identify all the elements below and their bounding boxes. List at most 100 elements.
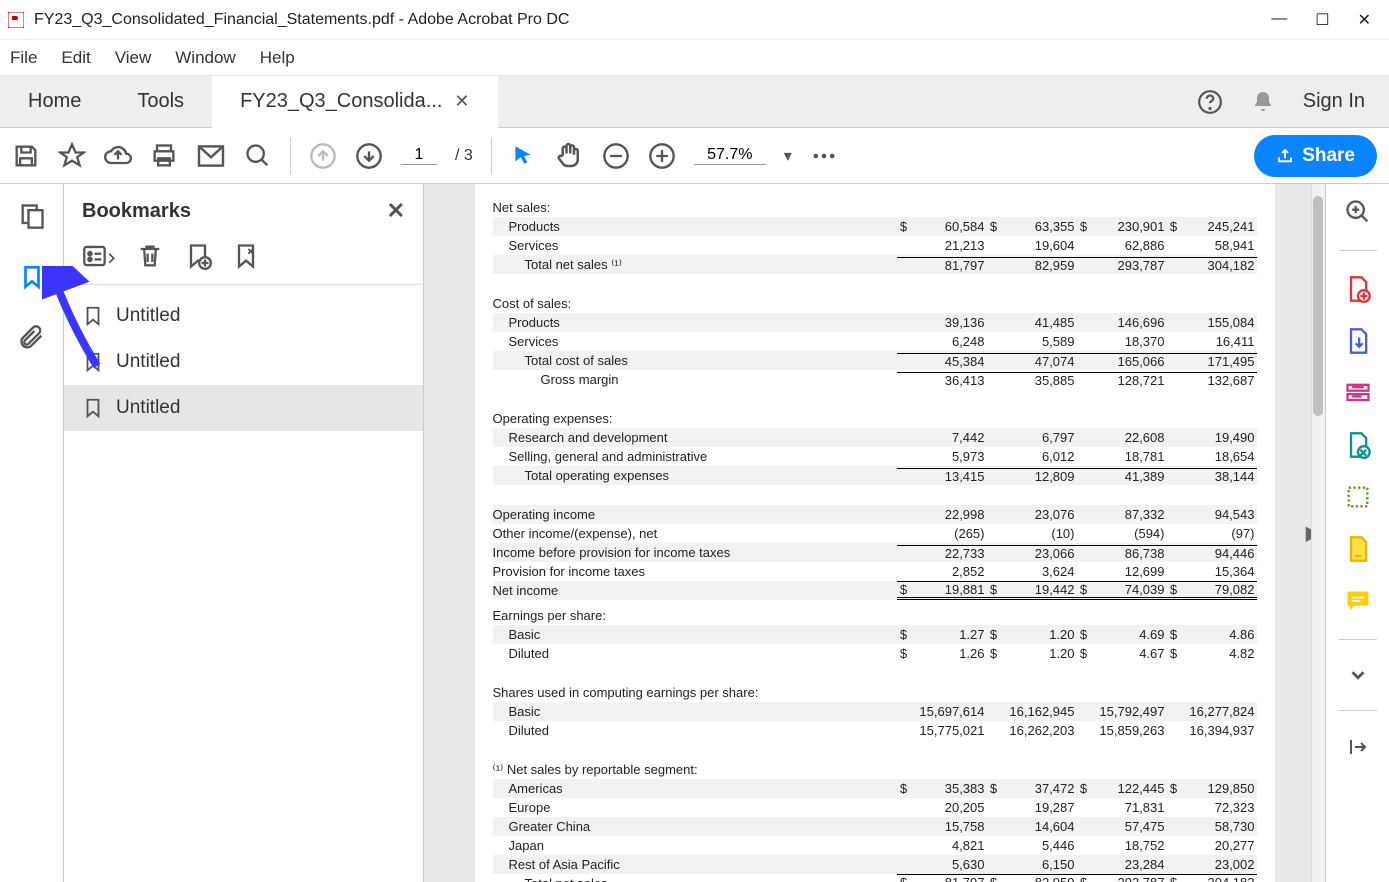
table-row: Other income/(expense), net(265)(10)(594… bbox=[493, 524, 1257, 543]
scrollbar[interactable] bbox=[1311, 184, 1325, 882]
page-up-icon[interactable] bbox=[309, 142, 337, 170]
table-row: Services6,2485,58918,37016,411 bbox=[493, 332, 1257, 351]
bell-icon[interactable] bbox=[1251, 90, 1275, 114]
mail-icon[interactable] bbox=[196, 144, 226, 168]
bookmarks-icon[interactable] bbox=[19, 262, 45, 292]
table-row: Rest of Asia Pacific5,6306,15023,28423,0… bbox=[493, 855, 1257, 874]
table-row: Total net sales ⁽¹⁾81,79782,959293,78730… bbox=[493, 255, 1257, 274]
menu-edit[interactable]: Edit bbox=[61, 48, 90, 68]
section-heading: Cost of sales: bbox=[493, 294, 1257, 313]
menu-file[interactable]: File bbox=[10, 48, 37, 68]
zoom-input[interactable] bbox=[694, 146, 766, 165]
tab-home[interactable]: Home bbox=[0, 76, 109, 128]
table-row: Income before provision for income taxes… bbox=[493, 543, 1257, 562]
bookmark-icon bbox=[82, 349, 104, 375]
table-row: Selling, general and administrative5,973… bbox=[493, 447, 1257, 466]
menu-view[interactable]: View bbox=[115, 48, 152, 68]
page-down-icon[interactable] bbox=[355, 142, 383, 170]
share-icon bbox=[1276, 147, 1294, 165]
bookmarks-title: Bookmarks bbox=[82, 200, 191, 223]
table-row: Europe20,20519,28771,83172,323 bbox=[493, 798, 1257, 817]
bookmark-item[interactable]: Untitled bbox=[64, 293, 423, 339]
tools-rail bbox=[1325, 184, 1389, 882]
attachments-icon[interactable] bbox=[18, 324, 46, 352]
menu-bar: File Edit View Window Help bbox=[0, 40, 1389, 76]
organize-icon[interactable] bbox=[1344, 483, 1372, 511]
share-button[interactable]: Share bbox=[1254, 135, 1377, 177]
document-wrap: ◀ Net sales:Products$60,584$63,355$230,9… bbox=[424, 184, 1325, 882]
sign-icon[interactable] bbox=[1344, 431, 1372, 459]
bookmark-icon bbox=[82, 303, 104, 329]
zoom-out-icon[interactable] bbox=[602, 142, 630, 170]
toolbar: / 3 ▾ Share bbox=[0, 128, 1389, 184]
edit-pdf-icon[interactable] bbox=[1344, 379, 1372, 407]
document-area[interactable]: Net sales:Products$60,584$63,355$230,901… bbox=[424, 184, 1325, 882]
share-label: Share bbox=[1302, 145, 1355, 167]
table-row: Products39,13641,485146,696155,084 bbox=[493, 313, 1257, 332]
create-pdf-icon[interactable] bbox=[1344, 275, 1372, 303]
print-icon[interactable] bbox=[150, 142, 178, 170]
zoom-in-icon[interactable] bbox=[648, 142, 676, 170]
table-row: Diluted$1.26$1.20$4.67$4.82 bbox=[493, 644, 1257, 663]
delete-bookmark-icon[interactable] bbox=[136, 242, 164, 270]
thumbnails-icon[interactable] bbox=[18, 202, 46, 230]
nav-rail bbox=[0, 184, 64, 882]
bookmark-label: Untitled bbox=[116, 397, 180, 419]
tab-bar: Home Tools FY23_Q3_Consolida... ✕ Sign I… bbox=[0, 76, 1389, 128]
add-bookmark-icon[interactable] bbox=[184, 242, 212, 270]
export-pdf-icon[interactable] bbox=[1344, 327, 1372, 355]
save-icon[interactable] bbox=[12, 142, 40, 170]
bookmark-list: Untitled Untitled Untitled bbox=[64, 285, 423, 439]
bookmark-item[interactable]: Untitled bbox=[64, 385, 423, 431]
page-number-input[interactable] bbox=[401, 146, 437, 165]
collapse-rail-icon[interactable] bbox=[1346, 735, 1370, 759]
window-title: FY23_Q3_Consolidated_Financial_Statement… bbox=[34, 11, 1271, 29]
search-tool-icon[interactable] bbox=[1344, 198, 1372, 226]
search-icon[interactable] bbox=[244, 142, 272, 170]
hand-icon[interactable] bbox=[554, 141, 584, 171]
bookmark-item[interactable]: Untitled bbox=[64, 339, 423, 385]
more-icon[interactable] bbox=[810, 142, 838, 170]
table-row: Greater China15,75814,60457,47558,730 bbox=[493, 817, 1257, 836]
title-bar: FY23_Q3_Consolidated_Financial_Statement… bbox=[0, 0, 1389, 40]
menu-help[interactable]: Help bbox=[260, 48, 295, 68]
star-icon[interactable] bbox=[58, 142, 86, 170]
minimize-button[interactable]: — bbox=[1271, 10, 1287, 30]
comment-icon[interactable] bbox=[1344, 587, 1372, 615]
table-row: Basic$1.27$1.20$4.69$4.86 bbox=[493, 625, 1257, 644]
maximize-button[interactable]: ☐ bbox=[1315, 10, 1329, 30]
tab-tools[interactable]: Tools bbox=[109, 76, 212, 128]
tab-document[interactable]: FY23_Q3_Consolida... ✕ bbox=[212, 76, 497, 128]
pointer-icon[interactable] bbox=[510, 143, 536, 169]
bookmark-options-icon[interactable] bbox=[82, 242, 116, 270]
table-row: Net income$19,881$19,442$74,039$79,082 bbox=[493, 581, 1257, 600]
tab-close-icon[interactable]: ✕ bbox=[454, 91, 469, 112]
table-row: Japan4,8215,44618,75220,277 bbox=[493, 836, 1257, 855]
section-heading: Operating expenses: bbox=[493, 409, 1257, 428]
comment-tool-icon[interactable] bbox=[1344, 535, 1372, 563]
pdf-page: Net sales:Products$60,584$63,355$230,901… bbox=[475, 184, 1275, 882]
table-row: Total operating expenses13,41512,80941,3… bbox=[493, 466, 1257, 485]
table-row: Basic15,697,61416,162,94515,792,49716,27… bbox=[493, 702, 1257, 721]
table-row: Operating income22,99823,07687,33294,543 bbox=[493, 505, 1257, 524]
scrollbar-thumb[interactable] bbox=[1313, 196, 1323, 416]
zoom-dropdown-icon[interactable]: ▾ bbox=[784, 146, 792, 166]
close-panel-icon[interactable]: ✕ bbox=[387, 198, 405, 224]
tab-tools-label: Tools bbox=[137, 90, 184, 113]
toolbar-divider bbox=[491, 138, 492, 174]
page-total-label: / 3 bbox=[455, 147, 473, 165]
tab-document-label: FY23_Q3_Consolida... bbox=[240, 90, 442, 113]
table-row: Products$60,584$63,355$230,901$245,241 bbox=[493, 217, 1257, 236]
bookmark-icon bbox=[82, 395, 104, 421]
menu-window[interactable]: Window bbox=[175, 48, 235, 68]
bookmark-label: Untitled bbox=[116, 305, 180, 327]
table-row: Provision for income taxes2,8523,62412,6… bbox=[493, 562, 1257, 581]
sign-in-link[interactable]: Sign In bbox=[1303, 90, 1365, 113]
chevron-down-icon[interactable] bbox=[1347, 664, 1369, 686]
expand-bookmark-icon[interactable] bbox=[232, 242, 260, 270]
cloud-upload-icon[interactable] bbox=[104, 142, 132, 170]
help-icon[interactable] bbox=[1197, 89, 1223, 115]
bookmarks-panel: Bookmarks ✕ Untitled Untitled Untitled bbox=[64, 184, 424, 882]
close-window-button[interactable]: ✕ bbox=[1358, 10, 1371, 30]
section-heading: Earnings per share: bbox=[493, 606, 1257, 625]
